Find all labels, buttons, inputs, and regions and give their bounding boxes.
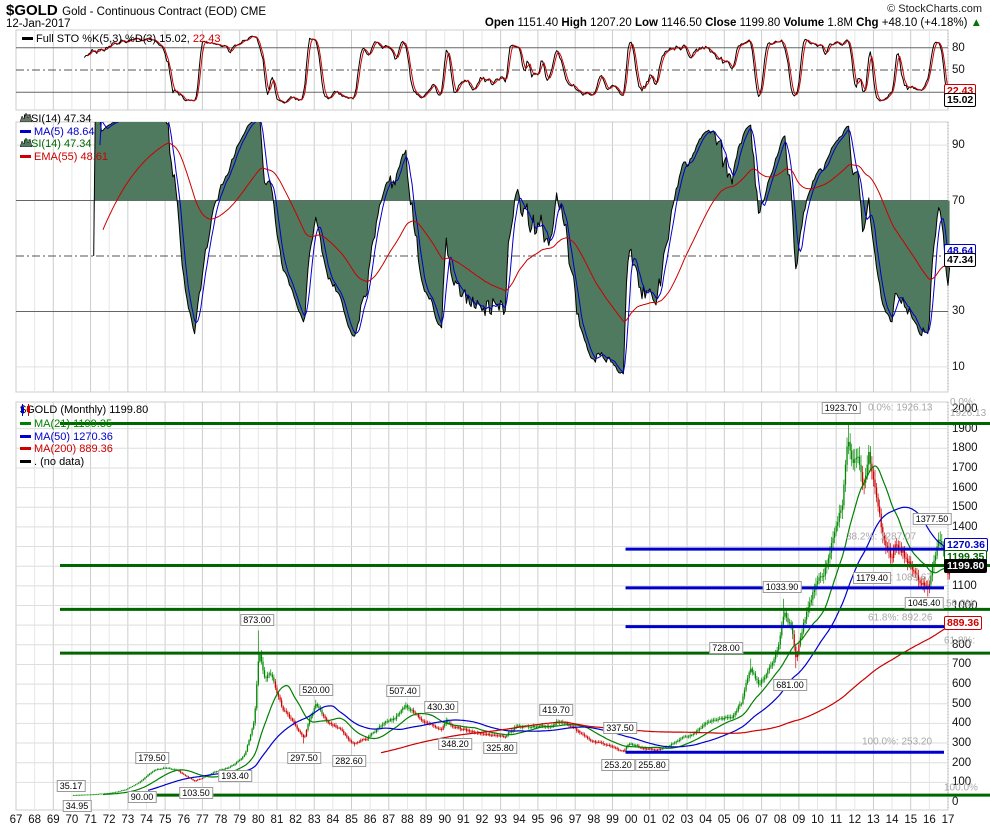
value-tag-15.02: 15.02: [944, 93, 976, 107]
value-tag-889.36: 889.36: [944, 616, 982, 630]
legend-label: EMA(55) 48.61: [34, 151, 108, 163]
fib-label: 100.0%: [944, 783, 978, 794]
candlestick-icon: [20, 404, 31, 416]
callout-873.00: 873.00: [240, 614, 274, 626]
legend-label: RSI(14) 47.34: [23, 138, 91, 150]
line-icon: [20, 435, 31, 438]
line-icon: [20, 155, 31, 158]
callout-193.40: 193.40: [218, 770, 252, 782]
legend-item-3: . (no data): [20, 456, 84, 468]
legend-item-0: RSI(14) 47.34: [20, 113, 92, 125]
callout-520.00: 520.00: [299, 684, 333, 696]
legend-item-1: MA(50) 1270.36: [20, 431, 113, 443]
callout-297.50: 297.50: [287, 752, 321, 764]
callout-1923.70: 1923.70: [822, 402, 861, 414]
callout-348.20: 348.20: [438, 738, 472, 750]
callout-90.00: 90.00: [128, 791, 157, 803]
fib-label: 61.8%:: [944, 636, 975, 647]
legend-item-3: EMA(55) 48.61: [20, 151, 108, 163]
plot-svg: [0, 0, 990, 832]
legend-label: MA(200) 889.36: [34, 443, 113, 455]
callout-507.40: 507.40: [386, 685, 420, 697]
line-icon: [20, 447, 31, 450]
callout-103.50: 103.50: [179, 787, 213, 799]
value-tag-47.34: 47.34: [944, 253, 976, 267]
sto-d-value: 22.43: [193, 33, 221, 45]
callout-337.50: 337.50: [603, 722, 637, 734]
legend-item-2: MA(200) 889.36: [20, 443, 113, 455]
legend-label: MA(21) 1199.35: [34, 418, 112, 430]
callout-728.00: 728.00: [709, 642, 743, 654]
stockcharts-gold-monthly-chart: $GOLD Gold - Continuous Contract (EOD) C…: [0, 0, 990, 832]
callout-681.00: 681.00: [773, 679, 807, 691]
legend-item-1: MA(5) 48.64: [20, 126, 95, 138]
callout-35.17: 35.17: [57, 780, 86, 792]
legend-item-2: RSI(14) 47.34: [20, 138, 92, 150]
callout-325.80: 325.80: [483, 742, 517, 754]
price-legend-title-row: $GOLD (Monthly) 1199.80: [20, 404, 148, 416]
callout-1033.90: 1033.90: [763, 581, 802, 593]
value-tag-1199.80: 1199.80: [944, 559, 987, 573]
legend-item-0: MA(21) 1199.35: [20, 418, 112, 430]
sto-legend-text: Full STO %K(5,3) %D(3) 15.02,: [36, 33, 190, 45]
line-icon: [20, 460, 31, 463]
fib-label: 0.0%: 1926.13: [950, 397, 990, 419]
callout-253.20: 253.20: [601, 759, 635, 771]
legend-label: RSI(14) 47.34: [23, 113, 91, 125]
price-legend-title: $GOLD (Monthly) 1199.80: [20, 404, 148, 416]
fib-label: 100.0%: 253.20: [862, 737, 932, 748]
fib-label: 61.8%: 892.26: [868, 613, 933, 624]
area-icon: [20, 138, 32, 147]
line-icon: [20, 422, 31, 425]
area-icon: [20, 113, 32, 122]
fib-label: 38.2%: 1287.07: [846, 532, 916, 543]
legend-label: . (no data): [34, 456, 84, 468]
callout-34.95: 34.95: [63, 800, 92, 812]
callout-282.60: 282.60: [332, 755, 366, 767]
callout-419.70: 419.70: [539, 704, 573, 716]
legend-label: MA(50) 1270.36: [34, 431, 113, 443]
callout-179.50: 179.50: [135, 752, 169, 764]
fib-label: 50.0%:: [946, 599, 977, 610]
callout-1179.40: 1179.40: [853, 572, 891, 584]
sto-line-icon: [22, 37, 33, 40]
fib-label: 0.0%: 1926.13: [868, 403, 933, 414]
callout-1045.40: 1045.40: [905, 597, 944, 609]
sto-legend: Full STO %K(5,3) %D(3) 15.02, 22.43: [22, 33, 220, 45]
callout-255.80: 255.80: [635, 759, 669, 771]
callout-1377.50: 1377.50: [913, 513, 952, 525]
callout-430.30: 430.30: [424, 701, 458, 713]
line-icon: [20, 130, 31, 133]
legend-label: MA(5) 48.64: [34, 126, 95, 138]
